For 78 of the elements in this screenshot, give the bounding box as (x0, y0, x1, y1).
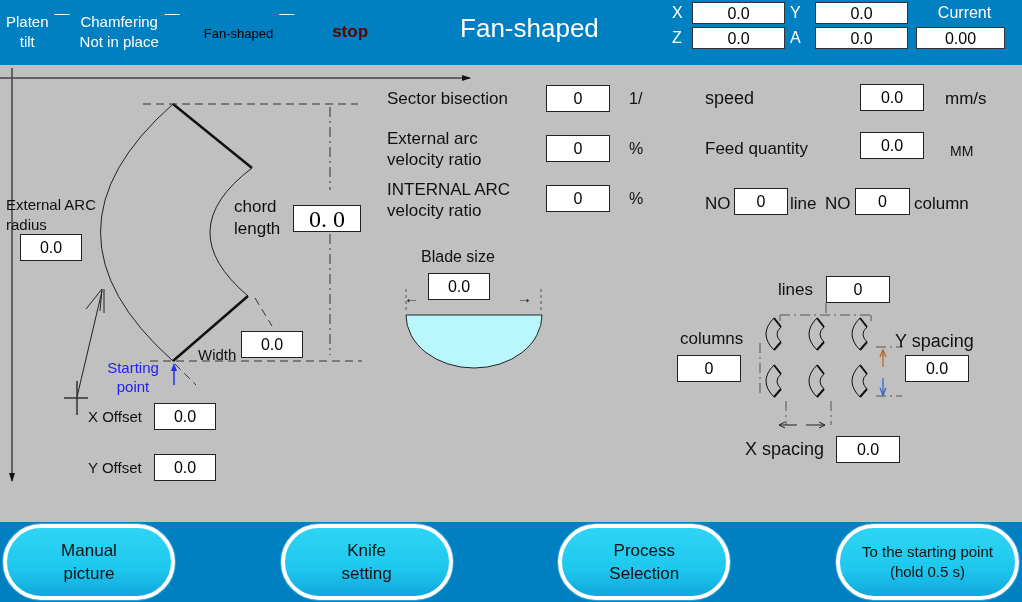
sector-icon (851, 364, 868, 398)
unit-label: % (629, 139, 644, 159)
mode-status: Fan-shaped (203, 25, 274, 43)
right-arrow-icon (805, 421, 826, 429)
field-label: X Offset (88, 407, 142, 427)
unit-label: 1/ (629, 89, 643, 109)
param-label: Feed quantity (705, 138, 808, 159)
input-field[interactable]: 0.0 (860, 84, 924, 111)
input-field[interactable]: 0.0 (428, 273, 490, 300)
sector-icon (765, 317, 782, 351)
input-field[interactable]: 0.0 (860, 132, 924, 159)
field-label: Y Offset (88, 458, 142, 478)
axis-label: Y (790, 4, 802, 22)
axis-value: 0.0 (815, 27, 909, 49)
input-field[interactable]: 0 (855, 188, 910, 215)
field-label: External ARC radius (6, 195, 98, 235)
action-button[interactable]: Knife setting (280, 524, 453, 600)
status-label: Platen tilt (6, 12, 49, 52)
action-button[interactable]: Process Selection (558, 524, 731, 600)
starting-point-label: Starting point (106, 358, 160, 396)
input-field[interactable]: 0.0 (154, 454, 216, 481)
unit-label: mm/s (945, 88, 987, 109)
input-field[interactable]: 0. 0 (293, 205, 361, 232)
sector-icon (765, 364, 782, 398)
unit-label: MM (950, 142, 974, 161)
position-label: NO (825, 193, 851, 214)
alarm-status: stop (332, 21, 369, 42)
position-label: NO (705, 193, 731, 214)
input-field[interactable]: 0 (546, 185, 610, 212)
left-arrow-icon (778, 421, 798, 429)
input-field[interactable]: 0.0 (905, 355, 969, 382)
origin-cross-icon (63, 380, 89, 416)
down-arrow-icon (879, 377, 887, 397)
param-label: INTERNAL ARC velocity ratio (387, 179, 512, 221)
up-arrow-icon (879, 348, 887, 368)
input-field[interactable]: 0.0 (154, 403, 216, 430)
action-button[interactable]: Manual picture (3, 524, 175, 600)
param-label: speed (705, 88, 755, 109)
axis-label: X (672, 4, 684, 22)
unit-label: % (629, 189, 644, 209)
param-label: External arc velocity ratio (387, 128, 483, 170)
screen-title: Fan-shaped (460, 12, 600, 44)
position-label: line (790, 193, 817, 214)
sector-icon (808, 317, 825, 351)
field-label: Width (198, 345, 237, 365)
input-field[interactable]: 0 (826, 276, 890, 303)
field-label: Blade size (421, 247, 495, 267)
field-label: Y spacing (895, 331, 974, 352)
input-field[interactable]: 0 (734, 188, 788, 215)
status-indicator: — (54, 3, 70, 21)
position-label: column (914, 193, 969, 214)
field-label: chord length (234, 196, 282, 240)
input-field[interactable]: 0.0 (241, 331, 303, 358)
axis-value: 0.0 (692, 2, 786, 24)
field-label: X spacing (745, 439, 825, 460)
field-label: columns (680, 328, 744, 349)
param-label: Sector bisection (387, 88, 509, 109)
input-field[interactable]: 0 (546, 135, 610, 162)
up-arrow-icon (171, 363, 177, 386)
input-field[interactable]: 0 (677, 355, 741, 382)
status-indicator: — (164, 3, 180, 21)
sector-icon (851, 317, 868, 351)
input-field[interactable]: 0.0 (836, 436, 900, 463)
current-value: 0.00 (916, 27, 1006, 49)
sector-icon (808, 364, 825, 398)
left-arrow-icon: ← (404, 287, 419, 308)
input-field[interactable]: 0.0 (20, 234, 82, 261)
axis-value: 0.0 (692, 27, 786, 49)
status-indicator: — (279, 3, 295, 21)
axis-value: 0.0 (815, 2, 909, 24)
axis-label: A (790, 29, 802, 47)
status-label: Chamfering Not in place (79, 12, 159, 52)
right-arrow-icon: → (517, 287, 532, 308)
axis-label: Z (672, 29, 683, 47)
field-label: lines (778, 279, 813, 300)
input-field[interactable]: 0 (546, 85, 610, 112)
action-button[interactable]: To the starting point (hold 0.5 s) (835, 524, 1019, 600)
current-label: Current (936, 4, 993, 22)
